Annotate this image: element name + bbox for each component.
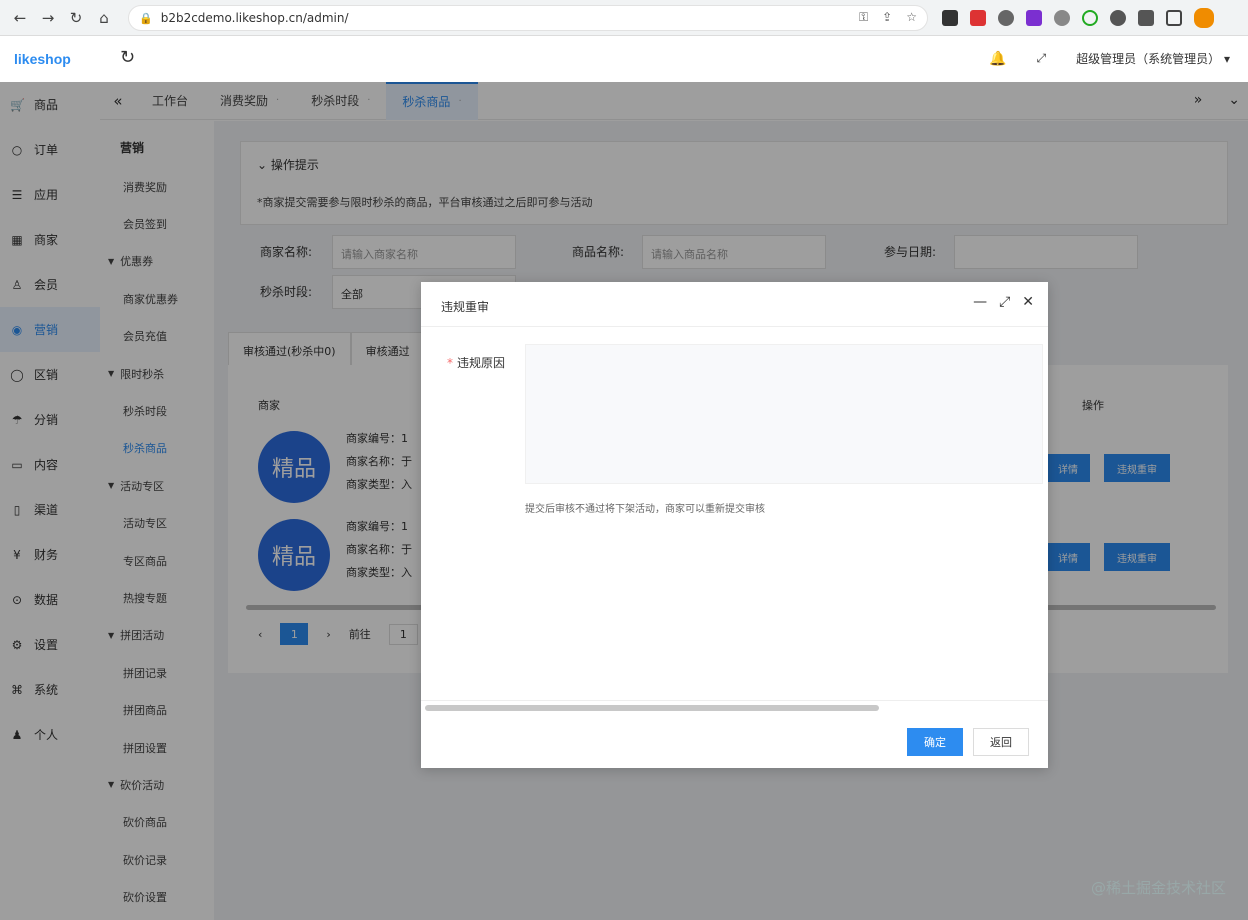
user-name: 超级管理员（系统管理员） [1076,52,1221,66]
fullscreen-icon[interactable]: ⤢ [1037,51,1047,66]
user-menu[interactable]: 超级管理员（系统管理员） ▾ [1076,50,1230,67]
window-icon[interactable] [1166,10,1182,26]
app-header: likeshop ↻ 🔔 ⤢ 超级管理员（系统管理员） ▾ [0,36,1248,82]
divider [421,700,1048,701]
url-text: b2b2cdemo.likeshop.cn/admin/ [160,11,349,25]
close-icon[interactable]: ✕ [1022,294,1034,310]
extensions [942,8,1214,28]
puzzle-icon[interactable] [1138,10,1154,26]
refresh-icon[interactable]: ↻ [120,47,135,68]
reload-icon[interactable]: ↻ [62,9,90,27]
minimize-icon[interactable]: — [973,294,987,310]
divider [421,326,1048,327]
browser-toolbar: ← → ↻ ⌂ 🔒 b2b2cdemo.likeshop.cn/admin/ ⚿… [0,0,1248,36]
home-icon[interactable]: ⌂ [90,9,118,27]
ext-icon[interactable] [1026,10,1042,26]
confirm-button[interactable]: 确定 [907,728,963,756]
share-icon[interactable]: ⇪ [882,10,892,25]
dialog-scrollbar[interactable] [425,705,879,711]
reason-hint: 提交后审核不通过将下架活动，商家可以重新提交审核 [525,504,765,515]
dialog-title: 违规重审 [441,300,490,314]
profile-avatar[interactable] [1194,8,1214,28]
logo: likeshop [14,51,71,67]
recheck-dialog: 违规重审 — ⤢ ✕ * 违规原因 提交后审核不通过将下架活动，商家可以重新提交审… [421,282,1048,768]
back-button[interactable]: 返回 [973,728,1029,756]
ext-icon[interactable] [1110,10,1126,26]
reason-label-text: 违规原因 [457,356,506,370]
address-bar[interactable]: 🔒 b2b2cdemo.likeshop.cn/admin/ ⚿ ⇪ ☆ [128,5,928,31]
back-icon[interactable]: ← [6,9,34,27]
key-icon[interactable]: ⚿ [859,10,868,25]
ext-icon[interactable] [1054,10,1070,26]
ext-icon[interactable] [970,10,986,26]
watermark: @稀土掘金技术社区 [1090,879,1226,897]
ext-icon[interactable] [942,10,958,26]
ext-icon[interactable] [1082,10,1098,26]
ext-icon[interactable] [998,10,1014,26]
forward-icon[interactable]: → [34,9,62,27]
bell-icon[interactable]: 🔔 [989,51,1006,67]
lock-icon: 🔒 [139,11,153,25]
star-icon[interactable]: ☆ [906,10,917,25]
reason-label: * 违规原因 [447,356,506,370]
maximize-icon[interactable]: ⤢ [999,294,1010,310]
reason-textarea[interactable] [525,344,1043,484]
